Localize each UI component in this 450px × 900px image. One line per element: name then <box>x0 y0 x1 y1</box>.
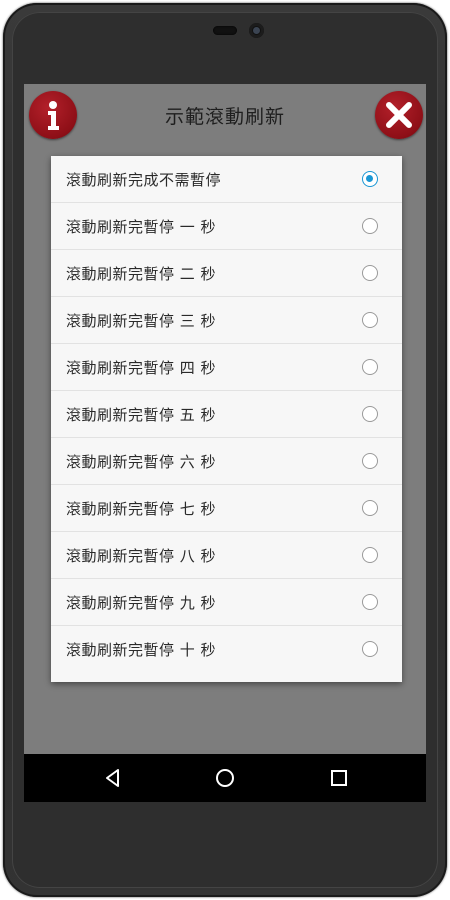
option-row[interactable]: 滾動刷新完暫停 六 秒 <box>51 438 402 485</box>
option-label: 滾動刷新完暫停 一 秒 <box>66 218 217 236</box>
home-button[interactable] <box>213 766 237 790</box>
option-label: 滾動刷新完暫停 九 秒 <box>66 594 217 612</box>
radio-button[interactable] <box>362 312 378 328</box>
radio-button[interactable] <box>362 594 378 610</box>
pause-options-dialog: 滾動刷新完成不需暫停 滾動刷新完暫停 一 秒 滾動刷新完暫停 二 秒 滾動刷新完… <box>51 156 402 682</box>
front-camera <box>249 23 264 38</box>
option-label: 滾動刷新完暫停 六 秒 <box>66 453 217 471</box>
radio-button[interactable] <box>362 641 378 657</box>
earpiece-speaker <box>213 26 237 35</box>
option-label: 滾動刷新完暫停 七 秒 <box>66 500 217 518</box>
option-label: 滾動刷新完暫停 四 秒 <box>66 359 217 377</box>
close-button[interactable] <box>375 91 423 139</box>
radio-button[interactable] <box>362 218 378 234</box>
radio-button[interactable] <box>362 453 378 469</box>
page-title: 示範滾動刷新 <box>164 106 285 128</box>
recents-button[interactable] <box>327 766 351 790</box>
recents-icon <box>331 770 347 786</box>
home-icon <box>216 769 234 787</box>
app-screen: 示範滾動刷新 滾動刷新完成不需暫停 滾動刷新完暫停 一 秒 滾動刷新完暫停 二 … <box>24 84 426 754</box>
option-row[interactable]: 滾動刷新完暫停 七 秒 <box>51 485 402 532</box>
radio-button[interactable] <box>362 547 378 563</box>
option-row[interactable]: 滾動刷新完暫停 二 秒 <box>51 250 402 297</box>
option-row[interactable]: 滾動刷新完暫停 三 秒 <box>51 297 402 344</box>
option-row[interactable]: 滾動刷新完暫停 十 秒 <box>51 626 402 674</box>
android-nav-bar <box>24 754 426 802</box>
option-row[interactable]: 滾動刷新完暫停 八 秒 <box>51 532 402 579</box>
option-label: 滾動刷新完暫停 五 秒 <box>66 406 217 424</box>
option-row[interactable]: 滾動刷新完暫停 五 秒 <box>51 391 402 438</box>
app-header: 示範滾動刷新 <box>24 84 426 144</box>
radio-button[interactable] <box>362 359 378 375</box>
radio-button[interactable] <box>362 265 378 281</box>
close-icon <box>386 102 412 128</box>
option-label: 滾動刷新完暫停 三 秒 <box>66 312 217 330</box>
option-label: 滾動刷新完暫停 八 秒 <box>66 547 217 565</box>
option-row[interactable]: 滾動刷新完暫停 四 秒 <box>51 344 402 391</box>
option-row[interactable]: 滾動刷新完暫停 九 秒 <box>51 579 402 626</box>
radio-button[interactable] <box>362 500 378 516</box>
back-button[interactable] <box>101 766 125 790</box>
option-label: 滾動刷新完暫停 十 秒 <box>66 641 217 659</box>
option-row[interactable]: 滾動刷新完成不需暫停 <box>51 156 402 203</box>
radio-button[interactable] <box>362 406 378 422</box>
option-label: 滾動刷新完成不需暫停 <box>66 171 222 189</box>
back-icon <box>106 769 119 787</box>
radio-button[interactable] <box>362 171 378 187</box>
option-row[interactable]: 滾動刷新完暫停 一 秒 <box>51 203 402 250</box>
option-label: 滾動刷新完暫停 二 秒 <box>66 265 217 283</box>
